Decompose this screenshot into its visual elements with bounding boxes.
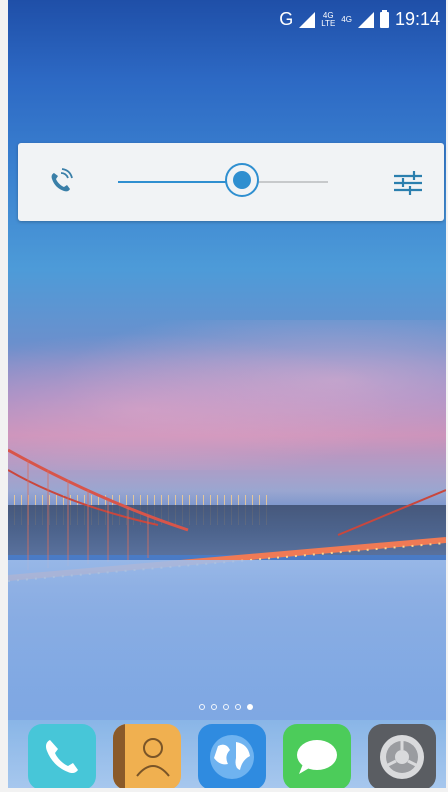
page-indicator bbox=[199, 704, 253, 710]
volume-panel bbox=[18, 143, 444, 221]
equalizer-icon[interactable] bbox=[392, 167, 424, 199]
page-dot[interactable] bbox=[211, 704, 217, 710]
lte2-indicator: 4G bbox=[341, 14, 352, 24]
phone-app-icon[interactable] bbox=[28, 724, 96, 790]
volume-slider-fill bbox=[118, 181, 242, 183]
screen-frame-bottom bbox=[0, 788, 448, 792]
screen-frame-left bbox=[0, 0, 8, 792]
page-dot[interactable] bbox=[235, 704, 241, 710]
contacts-app-icon[interactable] bbox=[113, 724, 181, 790]
volume-slider[interactable] bbox=[118, 163, 328, 197]
page-dot[interactable] bbox=[247, 704, 253, 710]
wallpaper-fog bbox=[8, 560, 446, 720]
lte-indicator: 4G LTE bbox=[321, 11, 336, 28]
signal-strength-2-icon bbox=[357, 11, 374, 28]
volume-slider-thumb-dot bbox=[232, 171, 251, 189]
battery-icon bbox=[379, 9, 389, 28]
app-dock bbox=[28, 724, 438, 790]
settings-app-icon[interactable] bbox=[368, 724, 436, 790]
messaging-app-icon[interactable] bbox=[283, 724, 351, 790]
lte2-label: 4G bbox=[341, 14, 352, 24]
volume-slider-thumb[interactable] bbox=[224, 163, 259, 197]
page-dot[interactable] bbox=[199, 704, 205, 710]
page-dot[interactable] bbox=[223, 704, 229, 710]
lte-label-bottom: LTE bbox=[321, 18, 336, 28]
phone-volume-icon[interactable] bbox=[46, 167, 76, 197]
browser-app-icon[interactable] bbox=[198, 724, 266, 790]
status-bar: G 4G LTE 4G 19:14 bbox=[8, 0, 446, 38]
clock: 19:14 bbox=[394, 9, 440, 29]
signal-strength-icon bbox=[299, 11, 316, 28]
network-type-label: G bbox=[279, 9, 294, 29]
